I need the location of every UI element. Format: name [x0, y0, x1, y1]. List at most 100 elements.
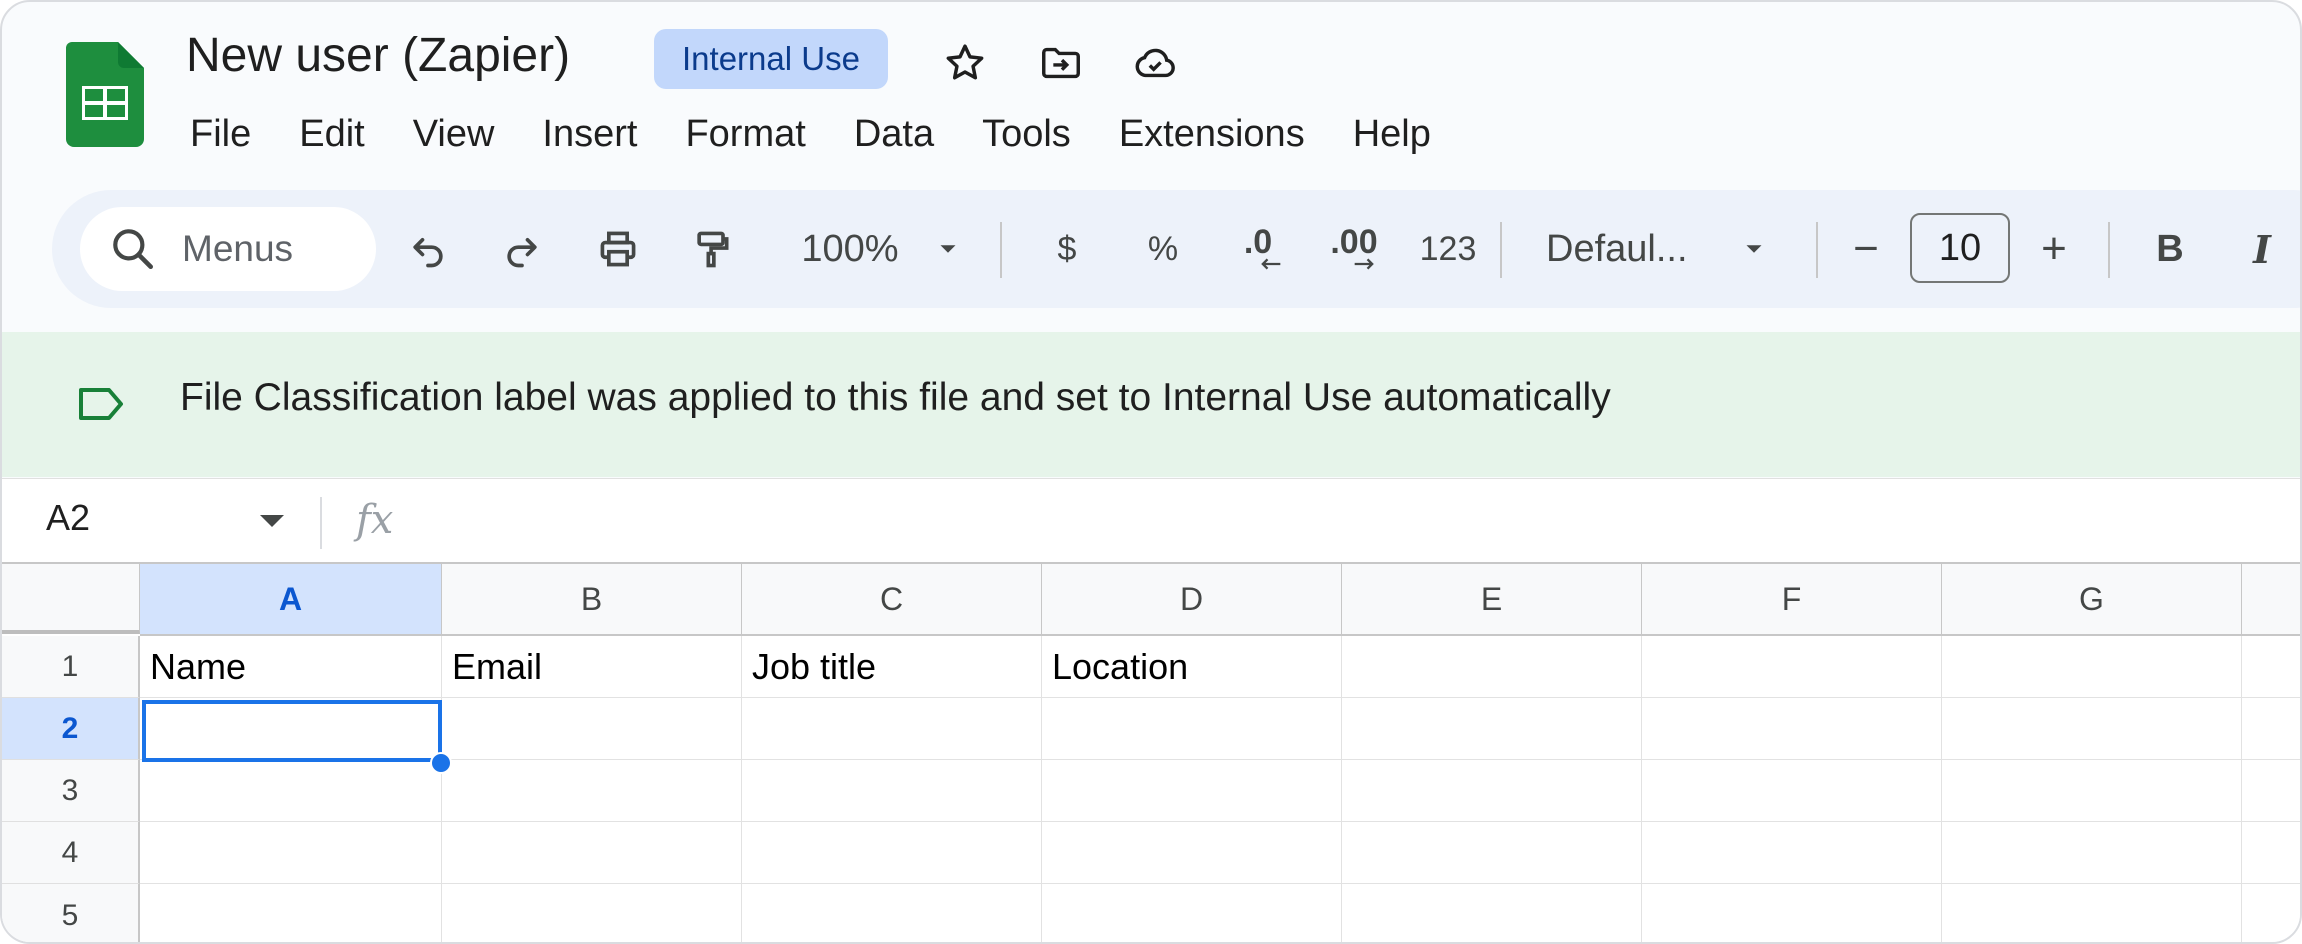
font-family-select[interactable]: Defaul... — [1546, 219, 1716, 279]
name-box-dropdown-icon[interactable] — [260, 515, 284, 527]
cell-a3[interactable] — [140, 760, 442, 822]
column-header-h[interactable] — [2242, 564, 2300, 636]
cell-e2[interactable] — [1342, 698, 1642, 760]
cell-g3[interactable] — [1942, 760, 2242, 822]
undo-icon[interactable] — [398, 219, 458, 279]
menu-file[interactable]: File — [166, 106, 275, 162]
toolbar-divider — [2108, 222, 2110, 278]
row-header-4[interactable]: 4 — [2, 822, 140, 884]
decrease-font-size-button[interactable]: − — [1836, 219, 1896, 279]
percent-format-button[interactable]: % — [1128, 219, 1198, 279]
cell-b5[interactable] — [442, 884, 742, 942]
search-icon — [113, 229, 153, 269]
paint-format-icon[interactable] — [682, 219, 742, 279]
name-box[interactable]: A2 — [46, 497, 90, 539]
cell-d2[interactable] — [1042, 698, 1342, 760]
menu-tools[interactable]: Tools — [958, 106, 1095, 162]
cell-b2[interactable] — [442, 698, 742, 760]
cell-a1[interactable]: Name — [140, 636, 442, 698]
cell-b1[interactable]: Email — [442, 636, 742, 698]
cell-g5[interactable] — [1942, 884, 2242, 942]
cell-f1[interactable] — [1642, 636, 1942, 698]
cell-h5[interactable] — [2242, 884, 2300, 942]
cell-b4[interactable] — [442, 822, 742, 884]
cell-c5[interactable] — [742, 884, 1042, 942]
zoom-value: 100% — [801, 227, 899, 270]
cell-d5[interactable] — [1042, 884, 1342, 942]
cell-f4[interactable] — [1642, 822, 1942, 884]
menu-help[interactable]: Help — [1329, 106, 1455, 162]
bold-button[interactable]: B — [2140, 219, 2200, 279]
function-icon: fx — [356, 497, 394, 543]
column-header-d[interactable]: D — [1042, 564, 1342, 636]
cell-c4[interactable] — [742, 822, 1042, 884]
cell-d4[interactable] — [1042, 822, 1342, 884]
menu-view[interactable]: View — [389, 106, 519, 162]
cell-f2[interactable] — [1642, 698, 1942, 760]
menu-insert[interactable]: Insert — [518, 106, 661, 162]
cell-h3[interactable] — [2242, 760, 2300, 822]
sheets-logo-icon[interactable] — [66, 42, 144, 147]
column-header-f[interactable]: F — [1642, 564, 1942, 636]
cell-b3[interactable] — [442, 760, 742, 822]
cell-g1[interactable] — [1942, 636, 2242, 698]
cell-g4[interactable] — [1942, 822, 2242, 884]
selected-cell-a2[interactable] — [142, 700, 442, 762]
cell-d1[interactable]: Location — [1042, 636, 1342, 698]
column-header-b[interactable]: B — [442, 564, 742, 636]
cell-h2[interactable] — [2242, 698, 2300, 760]
menu-edit[interactable]: Edit — [275, 106, 388, 162]
decrease-decimal-button[interactable]: .0 — [1218, 219, 1298, 279]
cell-c1[interactable]: Job title — [742, 636, 1042, 698]
row-header-1[interactable]: 1 — [2, 636, 140, 698]
search-menus-label: Menus — [182, 228, 294, 269]
cell-g2[interactable] — [1942, 698, 2242, 760]
star-icon[interactable] — [938, 36, 992, 90]
cell-c2[interactable] — [742, 698, 1042, 760]
select-all-corner[interactable] — [2, 564, 140, 634]
font-dropdown-icon[interactable] — [1734, 219, 1774, 279]
cell-e4[interactable] — [1342, 822, 1642, 884]
classification-badge[interactable]: Internal Use — [654, 29, 888, 89]
increase-decimal-button[interactable]: .00 — [1314, 219, 1394, 279]
spreadsheet-window: New user (Zapier) Internal Use File Edit… — [0, 0, 2302, 944]
fill-handle[interactable] — [430, 752, 452, 774]
cell-h1[interactable] — [2242, 636, 2300, 698]
cell-f5[interactable] — [1642, 884, 1942, 942]
decrease-decimal-label: .0 — [1243, 223, 1273, 261]
column-header-g[interactable]: G — [1942, 564, 2242, 636]
cell-e5[interactable] — [1342, 884, 1642, 942]
cell-h4[interactable] — [2242, 822, 2300, 884]
menu-format[interactable]: Format — [661, 106, 829, 162]
cell-f3[interactable] — [1642, 760, 1942, 822]
italic-button[interactable]: I — [2232, 219, 2292, 279]
document-title[interactable]: New user (Zapier) — [186, 28, 570, 83]
cell-a4[interactable] — [140, 822, 442, 884]
row-header-3[interactable]: 3 — [2, 760, 140, 822]
menu-extensions[interactable]: Extensions — [1095, 106, 1329, 162]
print-icon[interactable] — [588, 219, 648, 279]
cloud-saved-icon[interactable] — [1128, 36, 1182, 90]
row-header-5[interactable]: 5 — [2, 884, 140, 942]
column-header-e[interactable]: E — [1342, 564, 1642, 636]
cell-c3[interactable] — [742, 760, 1042, 822]
column-header-a[interactable]: A — [140, 564, 442, 636]
cell-d3[interactable] — [1042, 760, 1342, 822]
more-formats-button[interactable]: 123 — [1408, 219, 1488, 279]
column-header-c[interactable]: C — [742, 564, 1042, 636]
cell-e3[interactable] — [1342, 760, 1642, 822]
menu-data[interactable]: Data — [830, 106, 958, 162]
font-family-value: Defaul... — [1546, 227, 1688, 270]
row-header-2[interactable]: 2 — [2, 698, 140, 760]
search-menus-input[interactable]: Menus — [80, 207, 376, 291]
redo-icon[interactable] — [492, 219, 552, 279]
cell-a5[interactable] — [140, 884, 442, 942]
currency-format-button[interactable]: $ — [1032, 219, 1102, 279]
zoom-select[interactable]: 100% — [780, 219, 920, 279]
move-folder-icon[interactable] — [1034, 36, 1088, 90]
zoom-dropdown-icon[interactable] — [928, 219, 968, 279]
increase-font-size-button[interactable]: + — [2024, 219, 2084, 279]
cell-e1[interactable] — [1342, 636, 1642, 698]
toolbar: Menus 100% $ % .0 .00 123 Defaul... − 10… — [52, 190, 2300, 308]
font-size-input[interactable]: 10 — [1910, 213, 2010, 283]
